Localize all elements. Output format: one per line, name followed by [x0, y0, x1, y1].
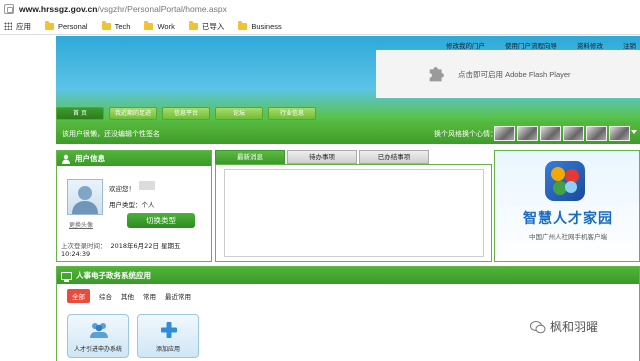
category-general[interactable]: 综合	[99, 291, 112, 301]
top-link-wizard[interactable]: 使用门户流程向导	[505, 40, 557, 50]
welcome-text: 欢迎您！	[109, 185, 135, 193]
tab-forum[interactable]: 论坛	[215, 107, 263, 120]
app-tile-add[interactable]: 添加应用	[137, 314, 199, 358]
tab-industry-info[interactable]: 行业信息	[268, 107, 316, 120]
user-panel-title: 用户信息	[75, 154, 105, 163]
category-other[interactable]: 其他	[121, 291, 134, 301]
egov-apps-title: 人事电子政务系统应用	[76, 271, 151, 280]
avatar-person-icon	[72, 186, 98, 214]
tab-latest-news[interactable]: 最新消息	[215, 150, 285, 164]
bookmark-personal[interactable]: Personal	[45, 20, 88, 31]
folder-icon	[238, 20, 248, 30]
skin-thumbnails	[494, 126, 632, 141]
category-recent[interactable]: 最近常用	[165, 291, 191, 301]
tab-todo[interactable]: 待办事项	[287, 150, 357, 164]
url-path: /vsgzhr/PersonalPortal/home.aspx	[97, 4, 227, 14]
egov-apps-panel: 人事电子政务系统应用 全部 综合 其他 常用 最近常用 人才引进申办系统 添加应…	[56, 266, 640, 361]
url-host: www.hrssgz.gov.cn	[19, 4, 98, 14]
messages-list	[224, 169, 484, 257]
plus-icon	[161, 322, 177, 338]
messages-body	[215, 164, 492, 262]
skin-thumbnail[interactable]	[586, 126, 607, 141]
avatar	[67, 179, 103, 215]
top-nav: 修改我的门户 使用门户流程向导 资料修改 注销	[426, 40, 636, 50]
change-avatar-link[interactable]: 更换头像	[69, 220, 93, 229]
user-type: 用户类型：个人	[109, 201, 155, 209]
flash-placeholder[interactable]: 点击即可启用 Adobe Flash Player	[376, 50, 640, 98]
top-link-logout[interactable]: 注销	[623, 40, 636, 50]
tab-my-footprints[interactable]: 我近期的足迹	[109, 107, 157, 120]
watermark-text: 枫和羽曜	[550, 320, 599, 334]
promo-title: 智慧人才家园	[523, 211, 613, 227]
signature-strip: 该用户很懒，还没编辑个性签名 换个风格换个心情：	[56, 124, 640, 144]
category-frequent[interactable]: 常用	[143, 291, 156, 301]
user-panel-header: 用户信息	[57, 151, 211, 166]
folder-icon	[101, 20, 111, 30]
category-all[interactable]: 全部	[67, 289, 90, 303]
bookmark-tech[interactable]: Tech	[101, 20, 130, 31]
redacted-username	[139, 181, 155, 190]
skin-thumbnail[interactable]	[517, 126, 538, 141]
page-info-icon[interactable]	[4, 4, 14, 14]
apps-grid-icon	[4, 22, 12, 30]
app-tile-label: 添加应用	[155, 346, 180, 353]
people-icon	[90, 323, 108, 338]
promo-subtitle: 中国广州人社网手机客户端	[529, 233, 607, 241]
skin-thumbnail[interactable]	[540, 126, 561, 141]
top-link-edit-profile[interactable]: 资料修改	[577, 40, 603, 50]
skin-label: 换个风格换个心情：	[434, 130, 497, 138]
skin-thumbnail[interactable]	[563, 126, 584, 141]
bookmark-imported[interactable]: 已导入	[188, 20, 224, 32]
tab-home[interactable]: 首 页	[56, 107, 104, 120]
egov-apps-header: 人事电子政务系统应用	[57, 267, 639, 284]
skin-thumbnail[interactable]	[609, 126, 630, 141]
app-logo-icon	[545, 161, 585, 201]
wechat-logo-icon	[530, 320, 546, 333]
tab-info-platform[interactable]: 信息平台	[162, 107, 210, 120]
top-link-edit-portal[interactable]: 修改我的门户	[446, 40, 485, 50]
main-tabs: 首 页 我近期的足迹 信息平台 论坛 行业信息	[56, 107, 321, 120]
message-tabs: 最新消息 待办事项 已办结事项	[215, 150, 492, 164]
plugin-puzzle-icon	[429, 67, 444, 82]
folder-icon	[144, 20, 154, 30]
url-bar[interactable]: www.hrssgz.gov.cn/vsgzhr/PersonalPortal/…	[0, 0, 640, 18]
app-promo-panel[interactable]: 智慧人才家园 中国广州人社网手机客户端	[494, 150, 640, 262]
tab-completed[interactable]: 已办结事项	[359, 150, 429, 164]
folder-icon	[188, 20, 198, 30]
skin-dropdown-icon[interactable]	[631, 130, 637, 134]
switch-type-button[interactable]: 切换类型	[127, 213, 195, 228]
monitor-icon	[61, 271, 72, 282]
app-tile-label: 人才引进申办系统	[73, 346, 122, 353]
user-icon	[62, 154, 70, 164]
last-login: 上次登录时间： 2018年6月22日 星期五 10:24:39	[61, 242, 181, 258]
user-signature: 该用户很懒，还没编辑个性签名	[62, 130, 160, 138]
messages-panel: 最新消息 待办事项 已办结事项	[215, 150, 492, 262]
flash-prompt: 点击即可启用 Adobe Flash Player	[458, 69, 571, 79]
portal-banner: 修改我的门户 使用门户流程向导 资料修改 注销 点击即可启用 Adobe Fla…	[56, 36, 640, 132]
bookmarks-bar: 应用 Personal Tech Work 已导入 Business	[0, 18, 640, 35]
folder-icon	[45, 20, 54, 30]
app-categories: 全部 综合 其他 常用 最近常用	[67, 289, 200, 303]
user-info-panel: 用户信息 更换头像 欢迎您！ 用户类型：个人 切换类型 上次登录时间： 2018年…	[56, 150, 212, 262]
skin-thumbnail[interactable]	[494, 126, 515, 141]
bookmark-work[interactable]: Work	[144, 20, 175, 31]
bookmark-apps[interactable]: 应用	[4, 21, 31, 32]
app-tile-talent-intro[interactable]: 人才引进申办系统	[67, 314, 129, 358]
wechat-watermark: 枫和羽曜	[530, 318, 598, 335]
bookmark-business[interactable]: Business	[238, 20, 282, 31]
